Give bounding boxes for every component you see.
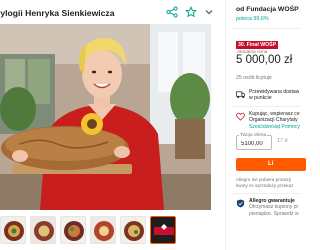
guarantee-line-3[interactable]: pieniądze. Sprawdź w bbox=[249, 211, 299, 217]
offer-title: rylogii Henryka Sienkiewicza bbox=[0, 8, 115, 18]
heart-icon bbox=[236, 112, 245, 121]
finale-badge: 30. Finał WOŚP bbox=[236, 41, 279, 49]
bid-button[interactable]: Li bbox=[236, 158, 306, 171]
shield-icon bbox=[236, 199, 245, 208]
charity-link[interactable]: Sześćdziesiąt Pomocy bbox=[249, 124, 300, 130]
column-divider bbox=[225, 0, 226, 250]
current-price: 5 000,00 zł bbox=[236, 54, 293, 66]
chevron-down-icon[interactable] bbox=[201, 4, 217, 20]
share-icon[interactable] bbox=[164, 4, 180, 20]
thumbnail-1[interactable] bbox=[0, 216, 26, 244]
thumbnail-strip bbox=[0, 216, 200, 246]
seller-name[interactable]: od Fundacja WOŚP bbox=[236, 6, 299, 13]
thumbnail-4[interactable] bbox=[90, 216, 116, 244]
charity-info: Kupując, wspierasz ce Organizacji Charyt… bbox=[236, 111, 300, 130]
separator bbox=[232, 193, 300, 194]
thumbnail-5[interactable] bbox=[120, 216, 146, 244]
fine-print-line-1: Allegro nie pobiera prowizji bbox=[236, 177, 291, 182]
delivery-line-2: w punkcie bbox=[249, 95, 272, 102]
fine-print-line-2: kwoty ze sprzedaży przekaz bbox=[236, 182, 294, 188]
bid-hint: 17 d bbox=[277, 138, 288, 144]
separator bbox=[232, 106, 300, 107]
product-photo[interactable] bbox=[0, 24, 211, 210]
star-icon[interactable] bbox=[183, 4, 199, 20]
thumbnail-3[interactable] bbox=[60, 216, 86, 244]
bid-label: Twoja oferta bbox=[239, 133, 268, 138]
guarantee-line-2: Otrzymasz kupiony pr bbox=[249, 204, 299, 211]
fine-print: Allegro nie pobiera prowizji kwoty ze sp… bbox=[236, 177, 293, 189]
charity-line-2: Organizacji Charytaty bbox=[249, 117, 298, 124]
guarantee-info: Allegro gwarantuje Otrzymasz kupiony pr … bbox=[236, 198, 300, 217]
thumbnail-6[interactable] bbox=[150, 216, 176, 244]
seller-recommendation[interactable]: poleca 99,6% bbox=[236, 16, 269, 22]
bidders-count: 25 osób licytuje bbox=[236, 75, 272, 81]
delivery-info: Przewidywana dostaw w punkcie bbox=[236, 89, 300, 102]
truck-icon bbox=[236, 91, 245, 99]
thumbnail-2[interactable] bbox=[30, 216, 56, 244]
separator bbox=[232, 28, 300, 29]
